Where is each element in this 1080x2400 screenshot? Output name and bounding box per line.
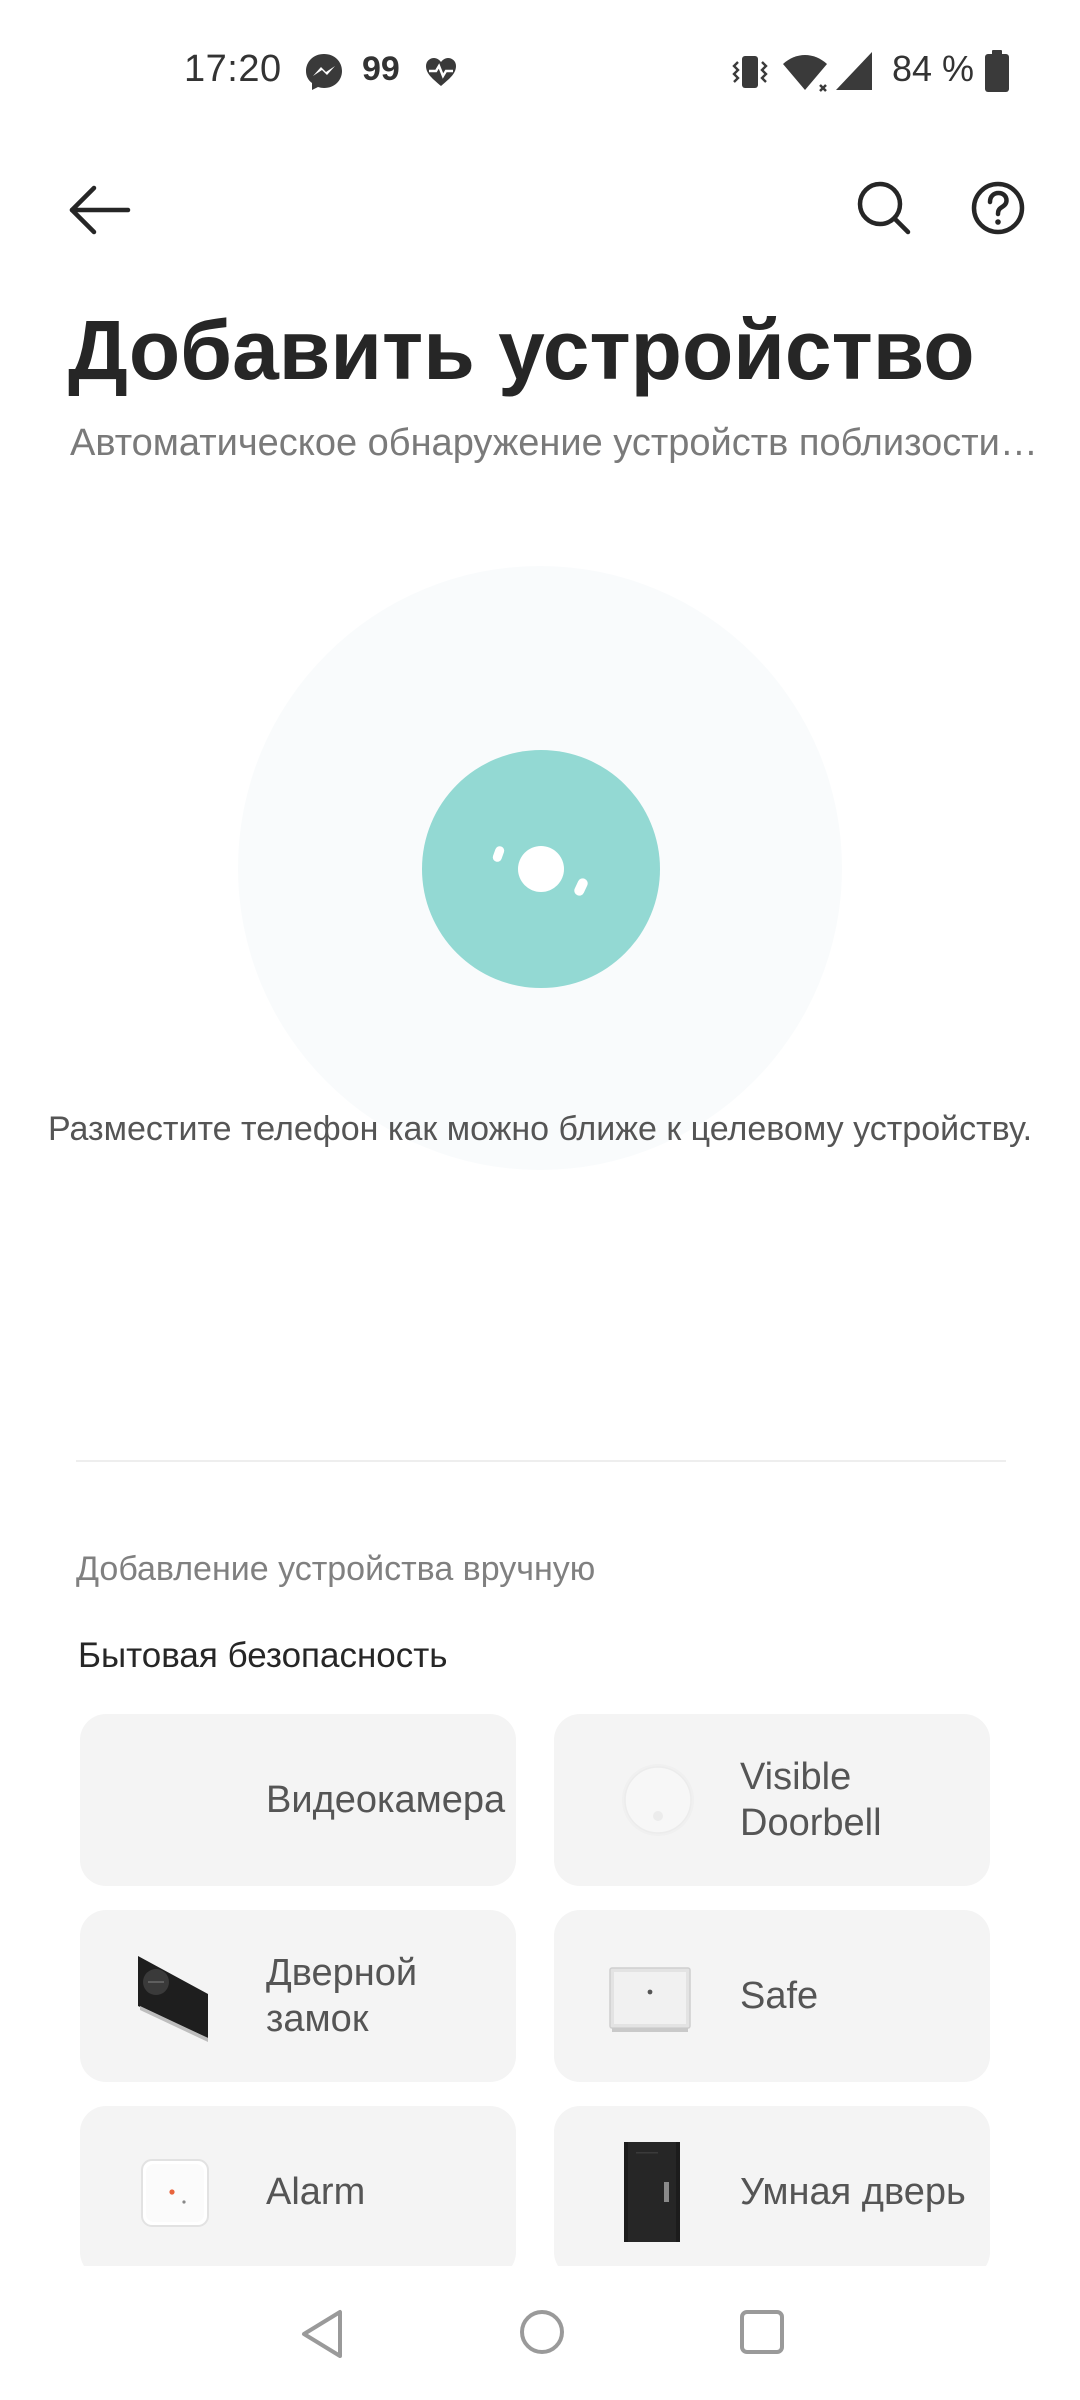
device-label: Умная дверь [740, 2171, 966, 2213]
navigation-bar [0, 2266, 1080, 2400]
battery-icon [985, 50, 1009, 92]
device-card-alarm[interactable]: Alarm [80, 2106, 516, 2266]
status-bar: 17:20 99 84 % [0, 0, 1080, 140]
nav-recents-icon[interactable] [736, 2306, 788, 2358]
notification-count: 99 [362, 50, 400, 88]
page-subtitle: Автоматическое обнаружение устройств поб… [70, 422, 1038, 464]
top-bar [0, 150, 1080, 260]
scan-radar-dot [518, 846, 564, 892]
safe-device-icon [609, 1967, 691, 2032]
page-title: Добавить устройство [68, 303, 975, 397]
smart-door-device-icon [624, 2142, 680, 2242]
device-card-camera[interactable]: Видеокамера [80, 1714, 516, 1886]
door-lock-device-icon [138, 1956, 208, 2042]
device-card-safe[interactable]: Safe [554, 1910, 990, 2082]
device-card-smart-door[interactable]: Умная дверь [554, 2106, 990, 2266]
manual-add-title: Добавление устройства вручную [76, 1550, 596, 1588]
add-device-screen: 17:20 99 84 % Добавить устройство Автома… [0, 0, 1080, 2400]
battery-percent: 84 % [892, 48, 975, 89]
wifi-icon [783, 55, 827, 92]
device-card-doorbell[interactable]: Visible Doorbell [554, 1714, 990, 1886]
device-label: Visible Doorbell [740, 1756, 882, 1844]
nav-back-icon[interactable] [296, 2306, 348, 2362]
device-label: Дверной замок [266, 1952, 418, 2040]
messenger-icon [306, 54, 342, 90]
device-grid: Видеокамера Visible Doorbell Дверной зам… [80, 1714, 1004, 2266]
nav-home-icon[interactable] [516, 2306, 568, 2358]
alarm-device-icon [141, 2159, 209, 2227]
status-time: 17:20 [184, 48, 282, 90]
device-card-door-lock[interactable]: Дверной замок [80, 1910, 516, 2082]
device-label: Safe [740, 1975, 819, 2017]
category-title: Бытовая безопасность [78, 1636, 448, 1675]
device-label: Видеокамера [266, 1779, 506, 1821]
search-icon[interactable] [844, 168, 924, 248]
doorbell-device-icon [622, 1764, 694, 1836]
vibrate-icon [732, 56, 768, 88]
help-icon[interactable] [958, 168, 1038, 248]
divider [76, 1460, 1006, 1462]
scan-hint: Разместите телефон как можно ближе к цел… [47, 1110, 1033, 1148]
signal-icon [836, 52, 872, 90]
back-arrow-icon[interactable] [60, 170, 140, 250]
device-label: Alarm [266, 2171, 366, 2213]
heart-rate-icon [426, 58, 456, 86]
camera-device-icon [128, 1750, 228, 1850]
